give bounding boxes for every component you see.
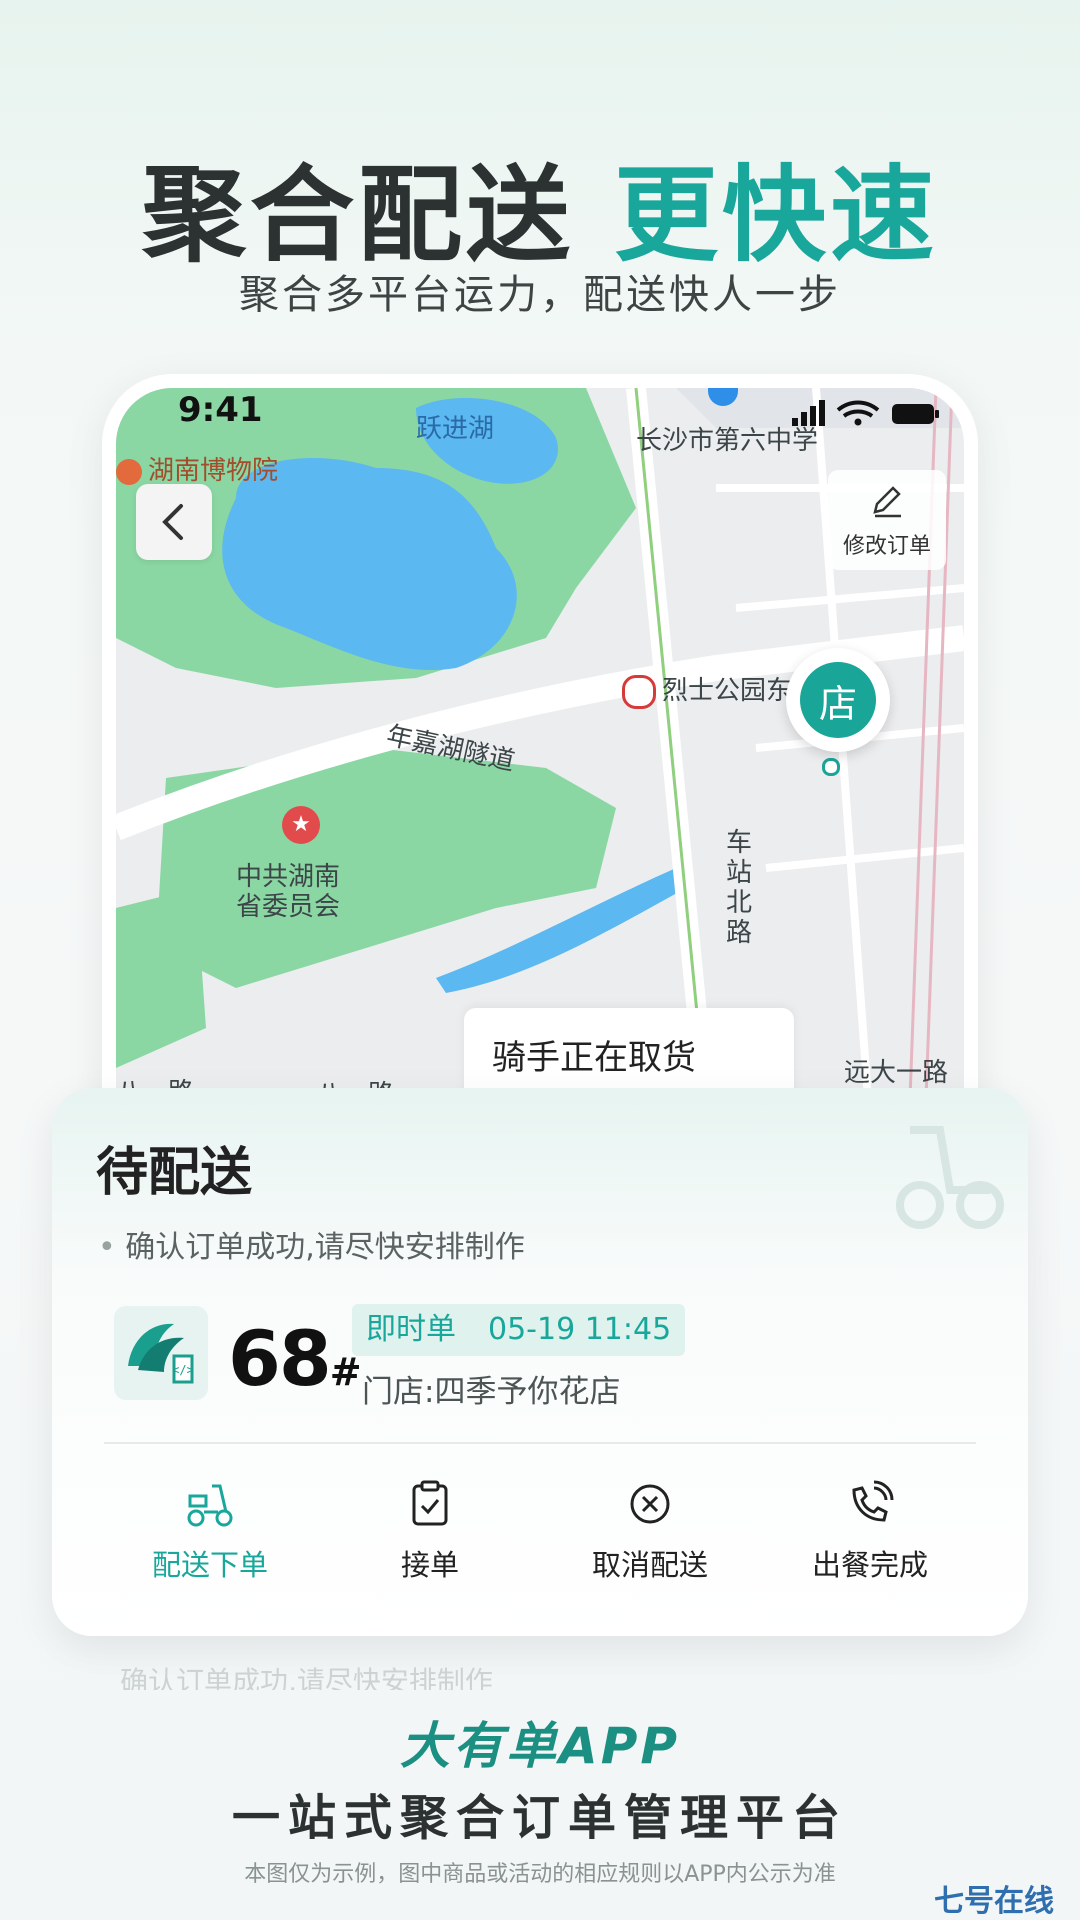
scooter-watermark-icon: [896, 1126, 1004, 1229]
store-pin-label: 店: [800, 662, 876, 738]
headline-part-b: 更快速: [614, 154, 939, 276]
status-icons: [792, 400, 939, 426]
phone-call-icon: [852, 1480, 894, 1522]
order-number-suffix: #: [329, 1350, 362, 1394]
gov-marker-icon: ★: [282, 806, 320, 844]
svg-text:</>: </>: [172, 1363, 194, 1377]
cancel-circle-icon: [630, 1484, 670, 1524]
map-label-yuanda: 远大一路: [844, 1058, 949, 1088]
chevron-left-icon: [162, 504, 183, 540]
map-label-road-north: 车站北路: [726, 828, 753, 948]
order-actions: 配送下单 接单 取消配送 出餐完成: [100, 1478, 980, 1598]
bullet-icon: •: [98, 1230, 116, 1265]
action-label: 配送下单: [151, 1548, 268, 1582]
headline-part-a: 聚合配送: [141, 154, 574, 276]
ghost-card-text: 确认订单成功,请尽快安排制作: [120, 1665, 493, 1690]
order-time: 05-19 11:45: [488, 1312, 672, 1347]
promo-subhead: 聚合多平台运力，配送快人一步: [239, 272, 841, 318]
order-store: 门店:四季予你花店: [362, 1374, 621, 1410]
edit-order-button[interactable]: 修改订单: [828, 470, 946, 570]
order-status-note: • 确认订单成功,请尽快安排制作: [98, 1222, 525, 1266]
rider-status-text: 骑手正在取货: [492, 1038, 696, 1078]
action-label: 接单: [400, 1548, 459, 1582]
metro-icon: [622, 674, 656, 709]
map-label-museum[interactable]: 湖南博物院: [116, 450, 278, 487]
order-type-tag: 即时单 05-19 11:45: [352, 1304, 686, 1356]
map-label-school: 长沙市第六中学: [636, 426, 819, 456]
battery-icon: [892, 404, 939, 424]
delivery-order-button[interactable]: 配送下单: [100, 1478, 320, 1598]
order-number-value: 68: [228, 1314, 332, 1403]
watermark: 七号在线: [934, 1884, 1054, 1919]
store-pin[interactable]: 店: [786, 648, 890, 752]
map-label-gov: 中共湖南 省委员会: [236, 862, 341, 922]
status-time: 9:41: [178, 390, 263, 430]
brand-name: 大有单APP: [400, 1717, 680, 1775]
cancel-delivery-button[interactable]: 取消配送: [540, 1478, 760, 1598]
meal-ready-button[interactable]: 出餐完成: [760, 1478, 980, 1598]
logo-icon: </>: [128, 1323, 194, 1384]
store-location-dot-icon: [822, 758, 840, 776]
accept-order-button[interactable]: 接单: [320, 1478, 540, 1598]
map-label-station[interactable]: 烈士公园东: [622, 670, 792, 709]
clipboard-check-icon: [412, 1480, 448, 1526]
museum-icon: [116, 458, 142, 485]
order-note-text: 确认订单成功,请尽快安排制作: [125, 1230, 525, 1265]
app-logo: </>: [114, 1306, 208, 1400]
action-label: 取消配送: [591, 1548, 708, 1582]
pencil-icon: [873, 486, 901, 518]
park-area: [116, 888, 206, 1068]
order-type: 即时单: [366, 1312, 456, 1347]
edit-order-label: 修改订单: [842, 534, 931, 559]
promo-headline: 聚合配送 更快速: [0, 130, 1080, 281]
disclaimer: 本图仅为示例，图中商品或活动的相应规则以APP内公示为准: [244, 1862, 836, 1887]
map-label-lake: 跃进湖: [416, 414, 495, 444]
order-number: 68#: [228, 1314, 362, 1403]
action-label: 出餐完成: [811, 1548, 928, 1582]
brand-tagline: 一站式聚合订单管理平台: [231, 1790, 848, 1846]
divider: [104, 1442, 976, 1444]
back-button[interactable]: [136, 484, 212, 560]
order-status-title: 待配送: [96, 1143, 253, 1203]
scooter-icon: [187, 1484, 233, 1527]
signal-icon: [792, 400, 825, 426]
wifi-icon: [836, 400, 880, 426]
